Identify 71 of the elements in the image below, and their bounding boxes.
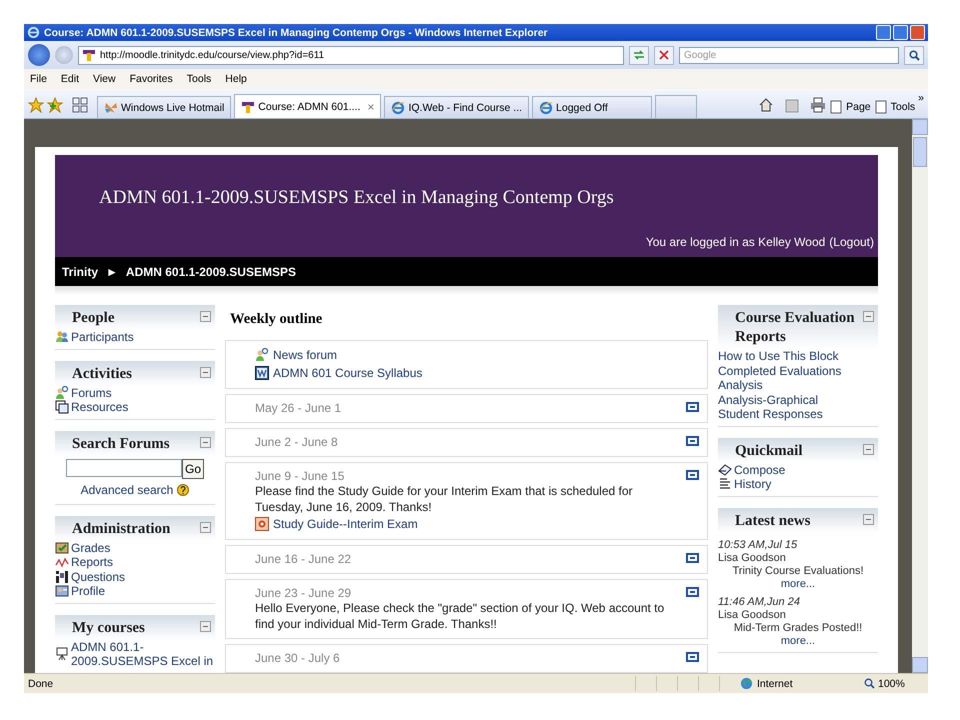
logout-link[interactable]: (Logout) (829, 235, 874, 249)
block-link[interactable]: Analysis-Graphical (718, 392, 878, 407)
zoom-control[interactable]: 100% (864, 678, 924, 690)
block-title: Search Forums (72, 434, 170, 454)
week-dates: June 2 - June 8 (255, 434, 339, 450)
block-link[interactable]: Completed Evaluations (718, 364, 878, 378)
menu-item[interactable]: Edit (60, 73, 80, 85)
block-link[interactable]: How to Use This Block (718, 349, 878, 364)
week-dates: June 23 - June 29 (255, 585, 352, 601)
block-title: People (72, 309, 114, 328)
post-title: Mid-Term Grades Posted!! (732, 622, 864, 634)
toolbar-menu[interactable]: Tools (874, 100, 916, 114)
week-dates: June 30 - July 6 (255, 650, 341, 666)
breadcrumb-link[interactable]: Trinity (62, 264, 98, 278)
more-chevron[interactable]: » (918, 92, 924, 104)
go-button[interactable]: Go (182, 458, 204, 478)
block-link[interactable]: Compose (718, 462, 878, 477)
section-summary: Please find the Study Guide for your Interim Exam that is scheduled for Tuesday, June 16, 2009. Thanks! (255, 484, 634, 515)
block-link[interactable]: Profile (55, 584, 215, 598)
login-info: You are logged in as Kelley Wood (646, 235, 826, 249)
post-author: Lisa Goodson (718, 552, 787, 564)
block-link[interactable]: Grades (55, 540, 215, 555)
block-link[interactable]: Student Responses (718, 407, 878, 422)
menu-item[interactable]: View (93, 73, 116, 85)
browser-tab[interactable]: Course: ADMN 601.... × (234, 94, 382, 118)
breadcrumb-link[interactable]: ADMN 601.1-2009.SUSEMSPS (126, 264, 296, 278)
block-link[interactable]: Analysis (718, 378, 878, 392)
breadcrumb-separator: ► (106, 264, 118, 278)
block-title: Latest news (735, 512, 810, 530)
address-field[interactable]: http://moodle.trinitydc.edu/course/view.php?id=611 (78, 46, 624, 64)
block-link[interactable]: Questions (55, 570, 215, 584)
block-title: My courses (72, 618, 145, 638)
week-dates: May 26 - June 1 (255, 400, 342, 416)
section-summary: Hello Everyone, Please check the "grade" section of your IQ. Web account to find your individual Mid-Term Grade. Thanks!! (255, 601, 666, 632)
block-link[interactable]: ADMN 601.1-2009.SUSEMSPS Excel in (55, 640, 215, 668)
close-tab-button[interactable]: × (367, 100, 374, 114)
block-link[interactable]: Participants (55, 330, 215, 344)
menu-item[interactable]: Help (225, 73, 247, 85)
post-author: Lisa Goodson (718, 608, 787, 622)
block-title: Quickmail (735, 442, 803, 460)
security-zone: Internet (757, 678, 793, 690)
block-link[interactable]: Resources (55, 400, 215, 414)
menu-item[interactable]: File (30, 73, 47, 85)
browser-tab[interactable]: Windows Live Hotmail (97, 96, 232, 118)
menu-item[interactable]: Tools (186, 73, 212, 85)
search-field[interactable]: Google (679, 46, 899, 64)
post-time: 11:46 AM,Jun 24 (718, 596, 801, 608)
browser-tab[interactable]: Logged Off (532, 96, 652, 118)
menu-item[interactable]: Favorites (130, 73, 173, 85)
more-link[interactable]: more... (718, 578, 878, 590)
post-time: 10:53 AM,Jul 15 (718, 538, 798, 552)
activity-link[interactable]: News forum (255, 346, 681, 364)
block-link[interactable]: Forums (55, 386, 215, 400)
block-title: Course Evaluation Reports (735, 309, 856, 347)
browser-tab[interactable]: IQ.Web - Find Course ... (384, 96, 530, 118)
activity-link[interactable]: Study Guide--Interim Exam (255, 515, 681, 533)
course-title: ADMN 601.1-2009.SUSEMSPS Excel in Managing Contemp Orgs (99, 187, 615, 209)
week-dates: June 16 - June 22 (255, 551, 352, 567)
block-title: Administration (72, 520, 170, 538)
outline-title: Weekly outline (229, 310, 324, 329)
status-text: Done (28, 678, 54, 690)
block-link[interactable]: History (718, 477, 878, 492)
block-title: Activities (72, 364, 132, 384)
week-dates: June 9 - June 15 (255, 468, 346, 484)
window-title: Course: ADMN 601.1-2009.SUSEMSPS Excel in Managing Contemp Orgs - Windows Internet Explorer (44, 26, 549, 38)
toolbar-menu[interactable]: Page (829, 100, 871, 114)
activity-link[interactable]: ADMN 601 Course Syllabus (255, 364, 681, 382)
block-link[interactable]: Reports (55, 555, 215, 570)
post-title: Trinity Course Evaluations! (731, 564, 865, 578)
advanced-search-link[interactable]: Advanced search (80, 482, 174, 496)
more-link[interactable]: more... (718, 634, 878, 648)
